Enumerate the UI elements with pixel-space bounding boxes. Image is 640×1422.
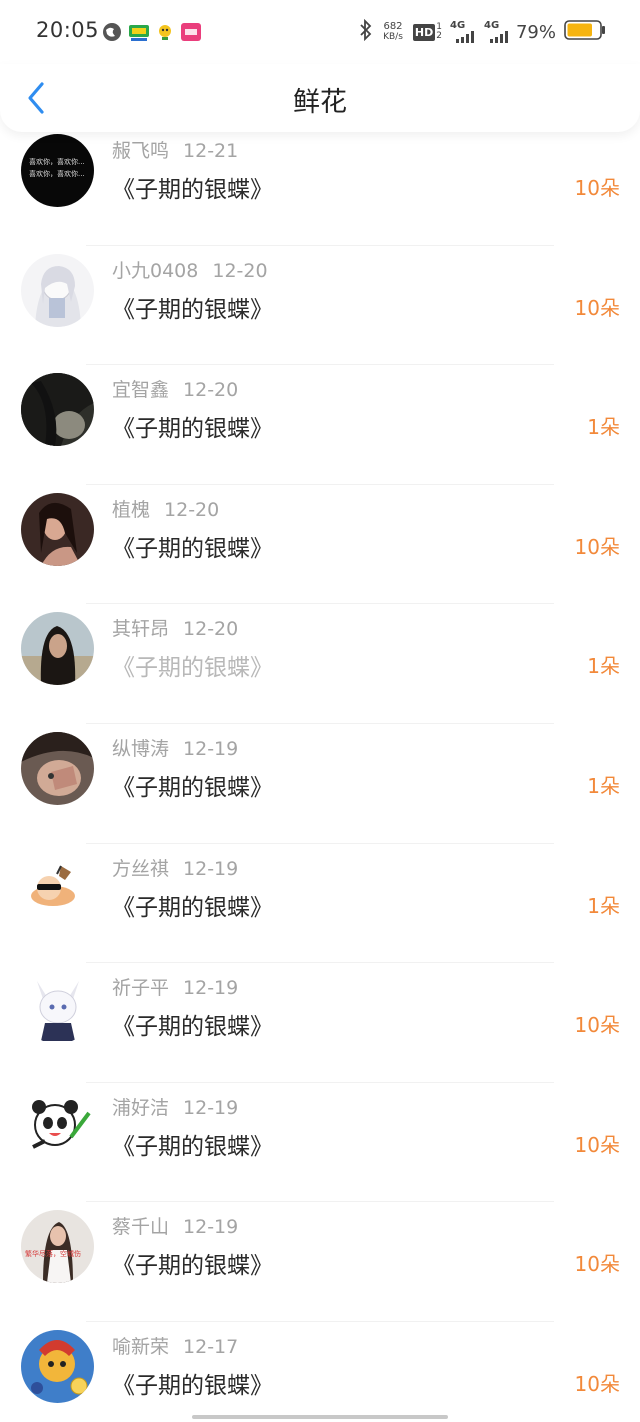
flower-list: 喜欢你，喜欢你... 喜欢你，喜欢你... 赧飞鸣 12-21 《子期的银蝶》 1… xyxy=(0,126,640,1422)
svg-text:喜欢你，喜欢你...: 喜欢你，喜欢你... xyxy=(29,169,85,178)
flower-count: 1朵 xyxy=(587,654,620,679)
date: 12-17 xyxy=(183,1335,239,1358)
date: 12-20 xyxy=(183,379,239,402)
signal-icon-2: 4G xyxy=(484,21,510,43)
user-name: 植槐 xyxy=(112,498,151,521)
page-title: 鲜花 xyxy=(293,87,347,118)
book-title[interactable]: 《子期的银蝶》 xyxy=(112,290,273,324)
user-name: 其轩昂 xyxy=(112,618,170,641)
status-right: 682 KB/s HD 12 4G 4G 79% xyxy=(359,18,606,46)
app-sun-icon xyxy=(155,22,175,46)
user-meta: 方丝祺 12-19 xyxy=(112,854,238,881)
svg-text:喜欢你，喜欢你...: 喜欢你，喜欢你... xyxy=(29,157,85,166)
date: 12-19 xyxy=(183,737,239,760)
user-meta: 喻新荣 12-17 xyxy=(112,1332,238,1359)
user-meta: 祈子平 12-19 xyxy=(112,973,238,1000)
book-title[interactable]: 《子期的银蝶》 xyxy=(112,1127,273,1161)
signal-icon: 4G xyxy=(450,21,476,43)
avatar[interactable]: 繁华尽落，空城伤 xyxy=(21,1210,94,1284)
date: 12-19 xyxy=(183,857,239,880)
date: 12-20 xyxy=(183,618,239,641)
date: 12-20 xyxy=(212,259,268,282)
list-item[interactable]: 祈子平 12-19 《子期的银蝶》 10朵 xyxy=(0,963,640,1083)
app-pink-icon xyxy=(181,22,201,46)
flower-count: 1朵 xyxy=(587,415,620,440)
list-item[interactable]: 植槐 12-20 《子期的银蝶》 10朵 xyxy=(0,485,640,605)
flower-count: 10朵 xyxy=(574,176,620,200)
avatar[interactable] xyxy=(21,612,94,686)
list-item[interactable]: 繁华尽落，空城伤 蔡千山 12-19 《子期的银蝶》 10朵 xyxy=(0,1202,640,1322)
user-name: 赧飞鸣 xyxy=(112,140,170,162)
avatar[interactable] xyxy=(21,253,94,327)
user-meta: 宜智鑫 12-20 xyxy=(112,375,238,402)
avatar[interactable] xyxy=(21,492,94,566)
list-item[interactable]: 小九0408 12-20 《子期的银蝶》 10朵 xyxy=(0,246,640,366)
date: 12-19 xyxy=(183,1216,239,1239)
net-speed: 682 KB/s xyxy=(383,21,403,43)
avatar[interactable]: 喜欢你，喜欢你... 喜欢你，喜欢你... xyxy=(21,134,94,207)
user-meta: 浦好洁 12-19 xyxy=(112,1093,238,1120)
battery-percent: 79% xyxy=(515,21,556,43)
user-meta: 其轩昂 12-20 xyxy=(112,614,238,641)
book-title[interactable]: 《子期的银蝶》 xyxy=(112,1007,273,1041)
book-title[interactable]: 《子期的银蝶》 xyxy=(112,409,273,443)
app-tv-icon xyxy=(128,22,150,46)
status-time: 20:05 xyxy=(36,18,100,42)
flower-count: 10朵 xyxy=(574,295,620,320)
user-name: 喻新荣 xyxy=(112,1335,170,1358)
book-title[interactable]: 《子期的银蝶》 xyxy=(112,768,273,802)
user-meta: 植槐 12-20 xyxy=(112,495,219,522)
book-title[interactable]: 《子期的银蝶》 xyxy=(112,170,273,204)
avatar[interactable] xyxy=(21,373,94,447)
list-item[interactable]: 宜智鑫 12-20 《子期的银蝶》 1朵 xyxy=(0,365,640,485)
date: 12-19 xyxy=(183,1096,239,1119)
list-item[interactable]: 喻新荣 12-17 《子期的银蝶》 10朵 xyxy=(0,1322,640,1422)
user-meta: 纵博涛 12-19 xyxy=(112,734,238,761)
date: 12-20 xyxy=(164,498,220,521)
flower-count: 10朵 xyxy=(574,1132,620,1157)
book-title[interactable]: 《子期的银蝶》 xyxy=(112,1246,273,1280)
flower-count: 10朵 xyxy=(574,1371,620,1396)
list-item[interactable]: 喜欢你，喜欢你... 喜欢你，喜欢你... 赧飞鸣 12-21 《子期的银蝶》 1… xyxy=(0,126,640,246)
flower-count: 10朵 xyxy=(574,1013,620,1038)
date: 12-19 xyxy=(183,977,239,1000)
user-name: 祈子平 xyxy=(112,977,170,1000)
user-name: 浦好洁 xyxy=(112,1096,170,1119)
list-item[interactable]: 方丝祺 12-19 《子期的银蝶》 1朵 xyxy=(0,844,640,964)
home-indicator[interactable] xyxy=(192,1415,448,1419)
bluetooth-icon xyxy=(359,18,373,45)
nav-header: 鲜花 xyxy=(0,64,640,132)
user-name: 蔡千山 xyxy=(112,1216,170,1239)
list-item[interactable]: 纵博涛 12-19 《子期的银蝶》 1朵 xyxy=(0,724,640,844)
user-meta: 赧飞鸣 12-21 xyxy=(112,136,238,163)
book-title[interactable]: 《子期的银蝶》 xyxy=(112,529,273,563)
date: 12-21 xyxy=(183,140,239,162)
flower-count: 1朵 xyxy=(587,773,620,798)
svg-text:繁华尽落，空城伤: 繁华尽落，空城伤 xyxy=(25,1249,81,1258)
user-name: 纵博涛 xyxy=(112,737,170,760)
list-item[interactable]: 其轩昂 12-20 《子期的银蝶》 1朵 xyxy=(0,604,640,724)
avatar[interactable] xyxy=(21,851,94,925)
user-name: 方丝祺 xyxy=(112,857,170,880)
avatar[interactable] xyxy=(21,1329,94,1403)
book-title[interactable]: 《子期的银蝶》 xyxy=(112,1366,273,1400)
status-bar: 20:05 682 KB/s HD 12 4G 4G 79% xyxy=(0,0,640,64)
book-title[interactable]: 《子期的银蝶》 xyxy=(112,648,273,682)
user-name: 小九0408 xyxy=(112,259,199,282)
list-item[interactable]: 浦好洁 12-19 《子期的银蝶》 10朵 xyxy=(0,1083,640,1203)
hd-badge: HD 12 xyxy=(412,22,442,41)
avatar[interactable] xyxy=(21,971,94,1045)
book-title[interactable]: 《子期的银蝶》 xyxy=(112,888,273,922)
battery-icon xyxy=(564,20,606,44)
flower-count: 1朵 xyxy=(587,893,620,918)
user-meta: 小九0408 12-20 xyxy=(112,256,268,283)
flower-count: 10朵 xyxy=(574,534,620,559)
browser-icon xyxy=(102,22,122,46)
user-meta: 蔡千山 12-19 xyxy=(112,1212,238,1239)
avatar[interactable] xyxy=(21,1090,94,1164)
user-name: 宜智鑫 xyxy=(112,379,170,402)
flower-count: 10朵 xyxy=(574,1252,620,1277)
avatar[interactable] xyxy=(21,731,94,805)
